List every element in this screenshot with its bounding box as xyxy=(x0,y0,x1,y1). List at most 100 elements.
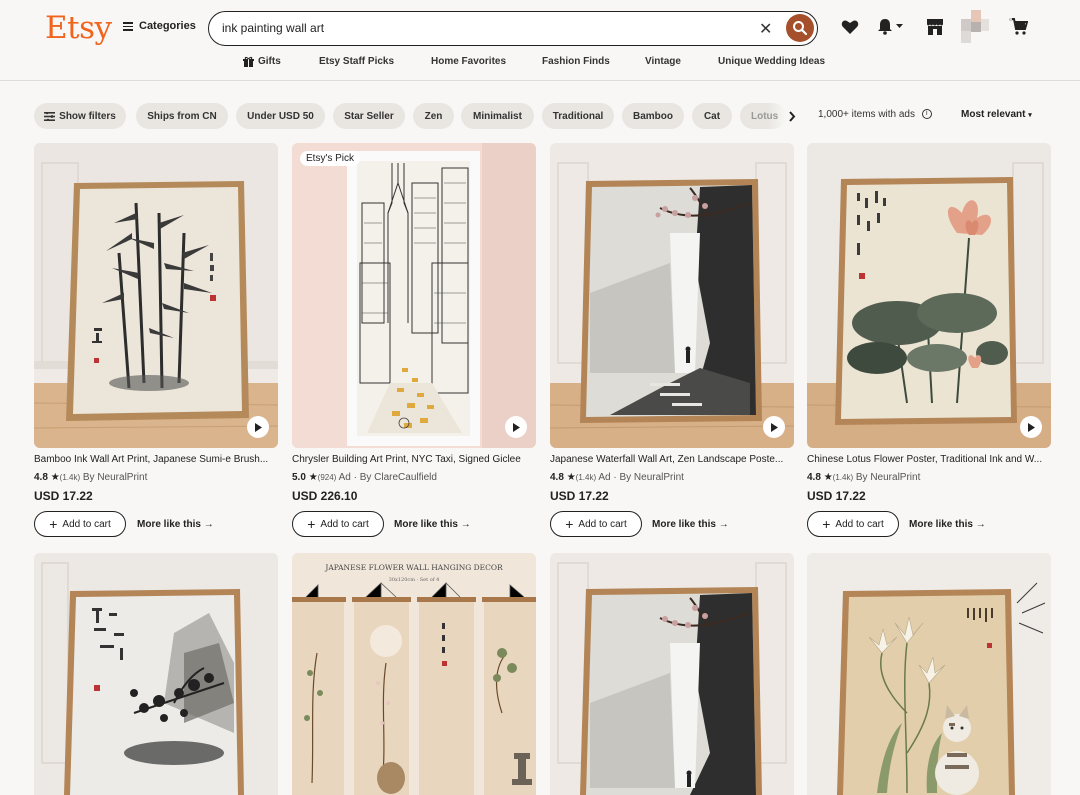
arrow-right-icon: → xyxy=(203,519,214,530)
rating-value: 4.8 xyxy=(34,472,48,483)
chrysler-print-image xyxy=(292,143,536,448)
star-icon: ★ xyxy=(308,472,318,483)
star-icon: ★ xyxy=(566,472,576,483)
nav-gifts[interactable]: Gifts xyxy=(243,56,281,67)
search-input[interactable] xyxy=(222,21,742,35)
chip-ships-from-cn[interactable]: Ships from CN xyxy=(136,103,228,129)
play-icon xyxy=(771,422,778,432)
add-to-cart-button[interactable]: + Add to cart xyxy=(292,511,384,537)
chip-star-seller[interactable]: Star Seller xyxy=(333,103,405,129)
chevron-right-icon[interactable] xyxy=(788,111,796,122)
chip-cat[interactable]: Cat xyxy=(692,103,732,129)
seller-name[interactable]: By NeuralPrint xyxy=(619,472,683,483)
product-title[interactable]: Chrysler Building Art Print, NYC Taxi, S… xyxy=(292,454,536,465)
plus-icon: + xyxy=(565,516,574,532)
play-video-button[interactable] xyxy=(1020,416,1042,438)
product-title[interactable]: Bamboo Ink Wall Art Print, Japanese Sumi… xyxy=(34,454,278,465)
show-filters-button[interactable]: Show filters xyxy=(34,103,126,129)
chip-zen[interactable]: Zen xyxy=(413,103,454,129)
more-like-this-label: More like this xyxy=(394,519,458,530)
search-bar: ✕ xyxy=(208,11,818,46)
waterfall-print-image xyxy=(550,143,794,448)
categories-label: Categories xyxy=(139,20,196,32)
scroll-set-image: JAPANESE FLOWER WALL HANGING DECOR 30x12… xyxy=(292,553,536,795)
rating-value: 4.8 xyxy=(807,472,821,483)
play-icon xyxy=(1028,422,1035,432)
product-image[interactable]: JAPANESE FLOWER WALL HANGING DECOR 30x12… xyxy=(292,553,536,795)
nav-fashion-finds[interactable]: Fashion Finds xyxy=(542,56,610,67)
more-like-this-label: More like this xyxy=(652,519,716,530)
play-icon xyxy=(255,422,262,432)
avatar[interactable] xyxy=(961,10,991,43)
etsys-pick-badge: Etsy's Pick xyxy=(300,151,361,166)
add-to-cart-button[interactable]: + Add to cart xyxy=(34,511,126,537)
nav-label: Gifts xyxy=(258,56,281,67)
poster-title: JAPANESE FLOWER WALL HANGING DECOR xyxy=(324,563,503,572)
nav-home-favorites[interactable]: Home Favorites xyxy=(431,56,506,67)
product-image[interactable] xyxy=(807,553,1051,795)
plus-icon: + xyxy=(822,516,831,532)
sort-dropdown[interactable]: Most relevant ▾ xyxy=(961,109,1032,120)
product-image[interactable] xyxy=(34,553,278,795)
more-like-this-link[interactable]: More like this → xyxy=(137,519,214,530)
play-video-button[interactable] xyxy=(247,416,269,438)
review-count: (924) xyxy=(317,473,337,482)
seller-name[interactable]: By NeuralPrint xyxy=(856,472,920,483)
poster-subtitle: 30x120cm · Set of 4 xyxy=(389,577,440,583)
more-like-this-label: More like this xyxy=(137,519,201,530)
product-price: USD 17.22 xyxy=(34,489,93,503)
product-image[interactable] xyxy=(550,553,794,795)
clear-search-icon[interactable]: ✕ xyxy=(759,19,772,39)
arrow-right-icon: → xyxy=(975,519,986,530)
arrow-right-icon: → xyxy=(460,519,471,530)
plus-icon: + xyxy=(49,516,58,532)
star-icon: ★ xyxy=(823,472,833,483)
review-count: (1.4k) xyxy=(575,473,597,482)
favorites-heart-icon[interactable] xyxy=(841,19,859,35)
more-like-this-label: More like this xyxy=(909,519,973,530)
more-like-this-link[interactable]: More like this → xyxy=(394,519,471,530)
info-icon[interactable]: i xyxy=(921,109,932,120)
chevron-down-icon xyxy=(896,24,903,28)
chip-bamboo[interactable]: Bamboo xyxy=(622,103,684,129)
top-nav: Gifts Etsy Staff Picks Home Favorites Fa… xyxy=(0,56,1080,72)
chip-under-usd-50[interactable]: Under USD 50 xyxy=(236,103,325,129)
chip-minimalist[interactable]: Minimalist xyxy=(461,103,534,129)
seller-name[interactable]: By NeuralPrint xyxy=(83,472,147,483)
seller-name[interactable]: By ClareCaulfield xyxy=(360,472,437,483)
add-to-cart-button[interactable]: + Add to cart xyxy=(550,511,642,537)
play-video-button[interactable] xyxy=(763,416,785,438)
categories-button[interactable]: Categories xyxy=(123,20,196,32)
notifications-button[interactable] xyxy=(877,18,903,35)
etsy-logo[interactable]: Etsy xyxy=(45,10,112,46)
review-count: (1.4k) xyxy=(59,473,81,482)
more-like-this-link[interactable]: More like this → xyxy=(652,519,729,530)
add-to-cart-label: Add to cart xyxy=(835,518,884,530)
chip-lotus[interactable]: Lotus xyxy=(740,103,786,129)
product-rating: 4.8 ★(1.4k) By NeuralPrint xyxy=(807,472,920,483)
star-icon: ★ xyxy=(50,472,60,483)
search-button[interactable] xyxy=(786,14,814,42)
play-video-button[interactable] xyxy=(505,416,527,438)
product-image[interactable] xyxy=(34,143,278,448)
nav-wedding-ideas[interactable]: Unique Wedding Ideas xyxy=(718,56,825,67)
filter-icon xyxy=(44,111,56,121)
more-like-this-link[interactable]: More like this → xyxy=(909,519,986,530)
shop-manager-icon[interactable] xyxy=(926,18,944,36)
product-title[interactable]: Chinese Lotus Flower Poster, Traditional… xyxy=(807,454,1051,465)
product-rating: 4.8 ★(1.4k) By NeuralPrint xyxy=(34,472,147,483)
product-image[interactable] xyxy=(550,143,794,448)
cart-icon[interactable] xyxy=(1009,18,1028,36)
product-image[interactable] xyxy=(807,143,1051,448)
product-title[interactable]: Japanese Waterfall Wall Art, Zen Landsca… xyxy=(550,454,794,465)
rating-value: 4.8 xyxy=(550,472,564,483)
results-count-label: 1,000+ items with ads xyxy=(818,109,915,120)
product-price: USD 226.10 xyxy=(292,489,358,503)
nav-staff-picks[interactable]: Etsy Staff Picks xyxy=(319,56,394,67)
add-to-cart-button[interactable]: + Add to cart xyxy=(807,511,899,537)
nav-vintage[interactable]: Vintage xyxy=(645,56,681,67)
plus-icon: + xyxy=(307,516,316,532)
search-icon xyxy=(793,21,808,36)
chip-traditional[interactable]: Traditional xyxy=(542,103,614,129)
product-image[interactable]: Etsy's Pick xyxy=(292,143,536,448)
